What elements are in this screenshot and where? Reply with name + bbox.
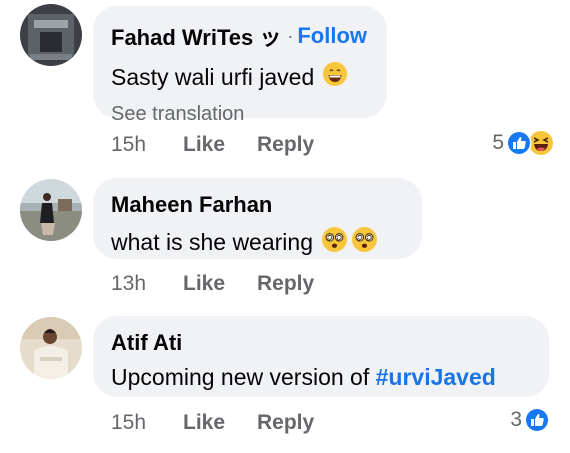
- timestamp[interactable]: 15h: [111, 411, 183, 435]
- reaction-count: 5: [492, 131, 504, 154]
- comment-bubble: Fahad WriTes ッ · Follow Sasty wali urfi …: [93, 6, 387, 125]
- like-reaction-icon: [524, 407, 550, 433]
- comment-text: Upcoming new version of: [111, 364, 376, 390]
- comment-actions: 13h Like Reply: [111, 272, 314, 296]
- grinning-face-icon: [322, 61, 348, 93]
- like-button[interactable]: Like: [183, 411, 257, 435]
- hashtag-link[interactable]: #urviJaved: [376, 364, 496, 391]
- comment-bubble: Maheen Farhan what is she wearing: [93, 178, 422, 259]
- comment-text: Sasty wali urfi javed: [111, 63, 315, 90]
- author-name[interactable]: Maheen Farhan: [111, 192, 272, 218]
- comment-actions: 15h Like Reply: [111, 133, 314, 157]
- comment-bubble: Atif Ati Upcoming new version of #urviJa…: [93, 316, 549, 397]
- face-with-spiral-eyes-icon: [321, 226, 348, 259]
- comment-actions: 15h Like Reply: [111, 411, 314, 435]
- avatar[interactable]: [20, 179, 82, 241]
- separator-dot: ·: [287, 25, 294, 46]
- timestamp[interactable]: 15h: [111, 133, 183, 157]
- like-reaction-icon: [506, 130, 532, 156]
- like-button[interactable]: Like: [183, 272, 257, 296]
- reaction-count: 3: [510, 408, 522, 431]
- like-button[interactable]: Like: [183, 133, 257, 157]
- reaction-summary[interactable]: 3: [510, 407, 550, 433]
- author-name[interactable]: Fahad WriTes ッ: [111, 20, 281, 52]
- see-translation-link[interactable]: See translation: [111, 103, 369, 126]
- face-with-spiral-eyes-icon: [351, 226, 378, 259]
- timestamp[interactable]: 13h: [111, 272, 183, 296]
- avatar[interactable]: [20, 317, 82, 379]
- reaction-summary[interactable]: 5: [492, 130, 554, 156]
- author-name[interactable]: Atif Ati: [111, 330, 182, 356]
- follow-button[interactable]: Follow: [297, 23, 367, 49]
- reply-button[interactable]: Reply: [257, 411, 314, 435]
- reply-button[interactable]: Reply: [257, 133, 314, 157]
- reply-button[interactable]: Reply: [257, 272, 314, 296]
- comment-text: what is she wearing: [111, 229, 313, 255]
- avatar[interactable]: [20, 4, 82, 66]
